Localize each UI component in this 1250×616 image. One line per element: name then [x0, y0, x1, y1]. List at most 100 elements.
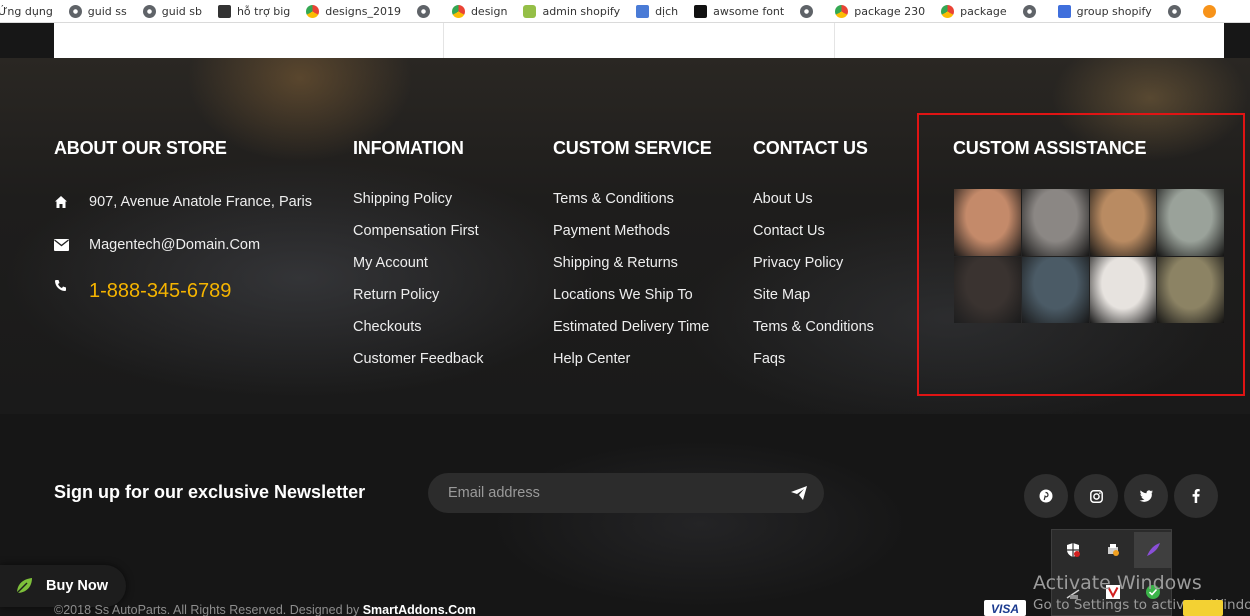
bookmark-label: dịch — [655, 4, 679, 18]
photo-cosmetics[interactable] — [1089, 189, 1157, 256]
custom-assistance-title: CUSTOM ASSISTANCE — [953, 138, 1147, 158]
newsletter-title: Sign up for our exclusive Newsletter — [54, 482, 366, 502]
globe-icon — [800, 4, 814, 18]
bookmark-item[interactable]: Ứng dụng — [0, 5, 53, 18]
info-link[interactable]: Shipping Policy — [353, 189, 484, 221]
photo-cactus[interactable] — [1157, 189, 1224, 256]
info-link[interactable]: My Account — [353, 253, 484, 285]
bookmark-item[interactable]: designs_2019 — [306, 4, 401, 18]
bookmark-label: guid sb — [161, 4, 202, 18]
bookmark-item[interactable]: guid ss — [68, 4, 127, 18]
feather-app-icon[interactable] — [1134, 532, 1172, 568]
bookmark-label: Ứng dụng — [0, 4, 53, 18]
twitter-icon — [1139, 490, 1153, 502]
buy-now-button[interactable]: Buy Now — [0, 565, 126, 607]
service-link[interactable]: Tems & Conditions — [553, 189, 709, 221]
translate-icon — [636, 4, 650, 18]
twitter-button[interactable] — [1124, 474, 1168, 518]
info-link[interactable]: Return Policy — [353, 285, 484, 317]
bookmark-item[interactable]: dịch — [636, 4, 679, 18]
globe-icon — [68, 4, 82, 18]
home-icon — [54, 195, 68, 209]
printer-icon[interactable] — [1094, 532, 1132, 568]
leaf-icon — [16, 578, 32, 594]
bookmark-item[interactable] — [416, 4, 436, 18]
content-strip — [54, 23, 1224, 58]
custom-service-title: CUSTOM SERVICE — [553, 138, 712, 158]
about-store-title: ABOUT OUR STORE — [54, 138, 227, 158]
bookmark-item[interactable] — [800, 4, 819, 18]
pinterest-button[interactable] — [1024, 474, 1068, 518]
photo-man-tattoo[interactable] — [1021, 189, 1089, 256]
blog-icon — [217, 4, 231, 18]
phone-row: 1-888-345-6789 — [54, 279, 231, 303]
bookmark-item[interactable] — [1022, 4, 1042, 18]
chrome-icon — [835, 4, 849, 18]
information-title: INFOMATION — [353, 138, 464, 158]
address-row: 907, Avenue Anatole France, Paris — [54, 194, 312, 210]
bookmark-item[interactable]: design — [451, 4, 508, 18]
newsletter-submit-button[interactable] — [786, 481, 812, 505]
email-row: Magentech@Domain.Com — [54, 237, 260, 253]
bookmark-label: designs_2019 — [325, 4, 401, 18]
contact-link[interactable]: Faqs — [753, 349, 874, 381]
visa-card-icon: VISA — [984, 600, 1026, 616]
photo-white-sweater[interactable] — [1089, 256, 1157, 323]
info-link[interactable]: Checkouts — [353, 317, 484, 349]
defender-icon[interactable] — [1054, 532, 1092, 568]
custom-service-links: Tems & Conditions Payment Methods Shippi… — [553, 189, 709, 381]
bookmark-item[interactable]: admin shopify — [523, 4, 620, 18]
info-link[interactable]: Compensation First — [353, 221, 484, 253]
chrome-icon — [306, 4, 320, 18]
bookmark-label: awsome font — [713, 4, 785, 18]
strip-cell — [444, 23, 835, 58]
photo-necklace[interactable] — [954, 189, 1021, 256]
info-link[interactable]: Customer Feedback — [353, 349, 484, 381]
activate-windows-title: Activate Windows — [1033, 572, 1202, 594]
contact-link[interactable]: About Us — [753, 189, 874, 221]
photo-woman-outdoor[interactable] — [1157, 256, 1224, 323]
photo-women-fashion[interactable] — [954, 256, 1021, 323]
bookmark-label: hỗ trợ big — [236, 4, 291, 18]
bitcoin-icon — [1202, 4, 1216, 18]
service-link[interactable]: Shipping & Returns — [553, 253, 709, 285]
service-link[interactable]: Estimated Delivery Time — [553, 317, 709, 349]
globe-icon — [142, 4, 156, 18]
bookmark-item[interactable]: hỗ trợ big — [217, 4, 291, 18]
phone-icon — [54, 279, 68, 293]
bookmark-item[interactable]: awsome font — [694, 4, 785, 18]
service-link[interactable]: Locations We Ship To — [553, 285, 709, 317]
contact-link[interactable]: Contact Us — [753, 221, 874, 253]
facebook-button[interactable] — [1174, 474, 1218, 518]
service-link[interactable]: Payment Methods — [553, 221, 709, 253]
globe-icon — [1022, 4, 1036, 18]
contact-link[interactable]: Privacy Policy — [753, 253, 874, 285]
bookmark-item[interactable] — [1167, 4, 1187, 18]
shopify-icon — [523, 4, 537, 18]
instagram-button[interactable] — [1074, 474, 1118, 518]
pinterest-icon — [1039, 489, 1053, 503]
newsletter-email-input[interactable] — [428, 473, 824, 513]
email-link[interactable]: Magentech@Domain.Com — [89, 237, 260, 253]
copyright-main: ©2018 Ss AutoParts. All Rights Reserved.… — [54, 603, 363, 616]
photo-man-glasses[interactable] — [1021, 256, 1089, 323]
bookmark-item[interactable]: package 230 — [835, 4, 925, 18]
bookmark-item[interactable] — [1202, 4, 1222, 18]
copyright-text: ©2018 Ss AutoParts. All Rights Reserved.… — [54, 603, 476, 616]
bookmark-label: design — [470, 4, 508, 18]
bookmark-item[interactable]: guid sb — [142, 4, 202, 18]
facebook-icon — [1192, 489, 1200, 503]
bookmark-label: guid ss — [87, 4, 127, 18]
contact-link[interactable]: Tems & Conditions — [753, 317, 874, 349]
information-links: Shipping Policy Compensation First My Ac… — [353, 189, 484, 381]
strip-cell — [54, 23, 445, 58]
contact-links: About Us Contact Us Privacy Policy Site … — [753, 189, 874, 381]
ebay-card-icon — [1183, 600, 1223, 616]
designer-link[interactable]: SmartAddons.Com — [363, 603, 476, 616]
contact-us-title: CONTACT US — [753, 138, 868, 158]
bookmark-item[interactable]: group shopify — [1057, 4, 1152, 18]
contact-link[interactable]: Site Map — [753, 285, 874, 317]
phone-number[interactable]: 1-888-345-6789 — [89, 280, 231, 303]
bookmark-item[interactable]: package — [941, 4, 1007, 18]
service-link[interactable]: Help Center — [553, 349, 709, 381]
